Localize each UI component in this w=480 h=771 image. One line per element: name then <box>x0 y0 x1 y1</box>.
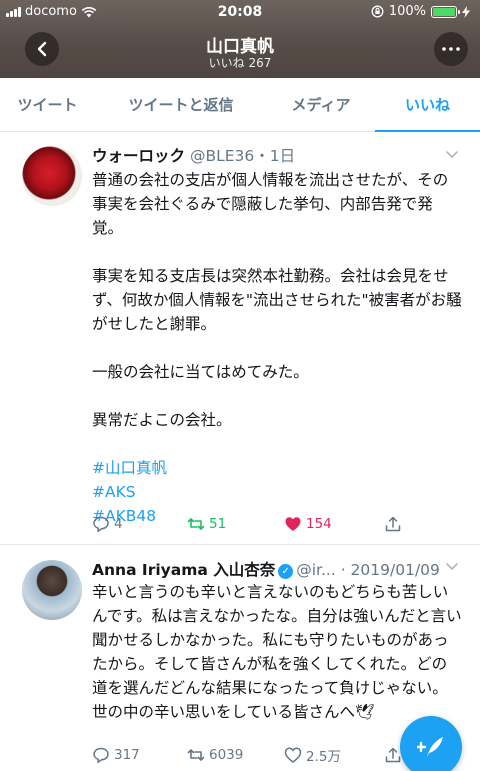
tab-tweets-and-replies[interactable]: ツイートと返信 <box>95 78 267 131</box>
tweet-paragraph: 辛いと言うのも辛いと言えないのもどちらも苦しいんです。私は言えなかったな。自分は… <box>92 583 462 721</box>
compose-icon <box>417 737 443 757</box>
tweet-timestamp: · 2019/01/09 <box>340 561 440 579</box>
compose-tweet-button[interactable] <box>400 716 462 771</box>
more-icon <box>442 47 460 51</box>
reply-icon <box>93 516 109 533</box>
tweet[interactable]: ウォーロック @BLE36・1日 普通の会社の支店が個人情報を流出させたが、その… <box>0 132 480 545</box>
retweet-button[interactable]: 51 <box>187 515 284 533</box>
reply-button[interactable]: 317 <box>92 746 187 764</box>
tweet-paragraph: 普通の会社の支店が個人情報を流出させたが、その事実を会社ぐるみで隠蔽した挙句、内… <box>92 171 449 237</box>
tweet-text: 普通の会社の支店が個人情報を流出させたが、その事実を会社ぐるみで隠蔽した挙句、内… <box>92 168 462 528</box>
orientation-lock-icon <box>371 5 384 18</box>
reply-count: 4 <box>114 516 123 532</box>
tweet-paragraph: 一般の会社に当てはめてみた。 <box>92 363 309 381</box>
reply-icon <box>93 747 109 764</box>
chevron-down-icon[interactable] <box>444 146 460 162</box>
tweet-paragraph: 事実を知る支店長は突然本社勤務。会社は会見をせず、何故か個人情報を"流出させられ… <box>92 267 462 333</box>
like-button[interactable]: 154 <box>284 515 384 533</box>
author-handle: @BLE36 <box>189 147 255 165</box>
tweet-actions: 4 51 154 <box>92 512 432 536</box>
like-button[interactable]: 2.5万 <box>284 745 384 765</box>
profile-tabs: ツイート ツイートと返信 メディア いいね <box>0 78 480 132</box>
tweet-timestamp: ・1日 <box>254 147 296 165</box>
like-count: 2.5万 <box>306 749 341 765</box>
tab-media[interactable]: メディア <box>267 78 375 131</box>
author-handle: @ir... <box>296 561 336 579</box>
retweet-count: 6039 <box>209 747 244 763</box>
likes-count-subtitle: いいね 267 <box>208 56 272 70</box>
retweet-count: 51 <box>209 516 227 532</box>
reply-count: 317 <box>114 747 140 763</box>
retweet-button[interactable]: 6039 <box>187 746 284 764</box>
tweet-paragraph: 異常だよこの会社。 <box>92 411 232 429</box>
battery-icon <box>431 5 460 18</box>
heart-icon <box>285 517 301 531</box>
hashtag-link[interactable]: #山口真帆 <box>92 456 462 480</box>
avatar[interactable] <box>22 560 82 620</box>
charging-icon <box>462 5 470 18</box>
avatar[interactable] <box>22 146 82 206</box>
retweet-icon <box>187 518 205 530</box>
share-icon <box>385 516 401 532</box>
tab-likes[interactable]: いいね <box>375 78 480 132</box>
author-name[interactable]: Anna Iriyama 入山杏奈 <box>92 561 275 579</box>
like-count: 154 <box>306 516 332 532</box>
tweet-text: 辛いと言うのも辛いと言えないのもどちらも苦しいんです。私は言えなかったな。自分は… <box>92 580 462 724</box>
more-button[interactable] <box>434 32 468 66</box>
heart-icon <box>284 747 302 763</box>
status-bar: docomo 20:08 100% <box>0 0 480 24</box>
share-button[interactable] <box>384 515 402 533</box>
hashtag-link[interactable]: #AKS <box>92 480 462 504</box>
tweet-header: Anna Iriyama 入山杏奈 ✓ @ir... · 2019/01/09 <box>92 558 460 580</box>
tweet-actions: 317 6039 2.5万 <box>92 743 432 767</box>
author-name[interactable]: ウォーロック <box>92 147 185 165</box>
reply-button[interactable]: 4 <box>92 515 187 533</box>
battery-percent: 100% <box>388 4 426 19</box>
profile-header: docomo 20:08 100% 山口真帆 いいね 267 <box>0 0 480 78</box>
chevron-down-icon[interactable] <box>444 558 460 574</box>
verified-badge-icon: ✓ <box>278 564 294 579</box>
tab-tweets[interactable]: ツイート <box>0 78 95 131</box>
tweet-header: ウォーロック @BLE36・1日 <box>92 144 460 166</box>
retweet-icon <box>187 749 205 761</box>
